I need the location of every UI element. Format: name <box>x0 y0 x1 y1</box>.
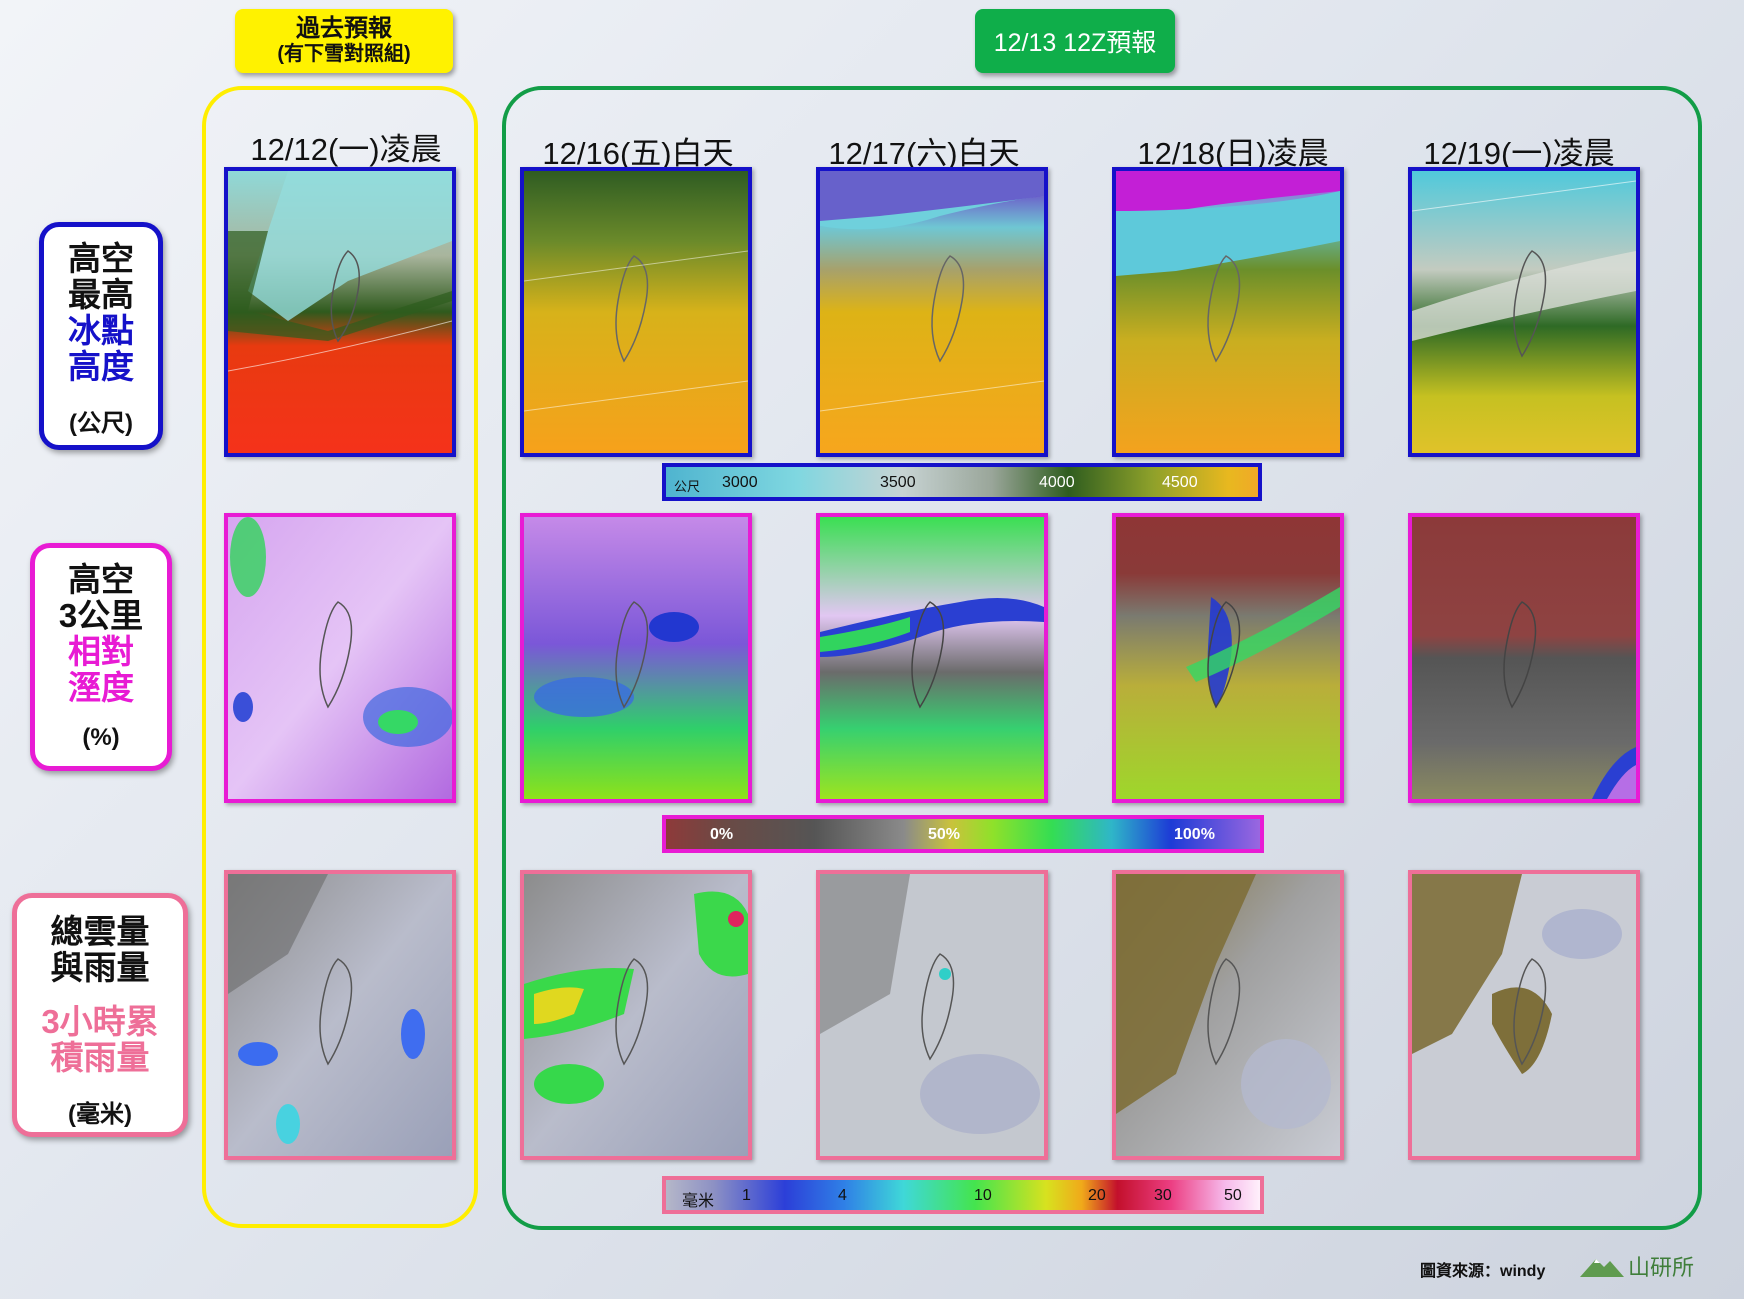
map-humidity-1219 <box>1408 513 1640 803</box>
past-forecast-badge: 過去預報 (有下雪對照組) <box>235 9 453 73</box>
row-label-highlight: 溼度 <box>68 669 134 706</box>
legend-tick: 50 <box>1224 1187 1242 1204</box>
map-humidity-1217 <box>816 513 1048 803</box>
legend-tick: 4000 <box>1039 474 1075 491</box>
legend-freezing-level: 公尺 3000 3500 4000 4500 <box>662 463 1262 501</box>
map-humidity-1218 <box>1112 513 1344 803</box>
legend-humidity: 0% 50% 100% <box>662 815 1264 853</box>
row-label-highlight: 積雨量 <box>50 1039 150 1076</box>
past-forecast-subtitle: (有下雪對照組) <box>277 43 411 65</box>
legend-rain: 毫米 1 4 10 20 30 50 <box>662 1176 1264 1214</box>
logo: 山研所 <box>1580 1250 1694 1282</box>
map-cloud-rain-1217 <box>816 870 1048 1160</box>
legend-tick: 0% <box>710 826 734 843</box>
legend-tick: 30 <box>1154 1187 1172 1204</box>
legend-tick: 10 <box>974 1187 992 1204</box>
legend-tick: 100% <box>1174 826 1215 843</box>
row-label-line: 3公里 <box>58 597 144 634</box>
legend-tick: 1 <box>742 1187 751 1204</box>
row-label-highlight: 冰點 <box>68 312 134 349</box>
legend-unit: 毫米 <box>682 1193 715 1210</box>
row-label-highlight: 3小時累 <box>41 1003 159 1040</box>
map-freezing-level-1218 <box>1112 167 1344 457</box>
forecast-run-badge: 12/13 12Z預報 <box>975 9 1175 73</box>
data-source: 圖資來源：windy <box>1420 1263 1546 1280</box>
legend-tick: 3500 <box>880 474 916 491</box>
row-label-line: 最高 <box>68 276 134 313</box>
forecast-run-title: 12/13 12Z預報 <box>993 29 1157 57</box>
row-label-freezing-level: 高空 最高 冰點 高度 (公尺) <box>39 222 163 450</box>
legend-tick: 4 <box>838 1187 847 1204</box>
row-label-unit: (公尺) <box>69 410 133 437</box>
map-freezing-level-1212 <box>224 167 456 457</box>
map-freezing-level-1217 <box>816 167 1048 457</box>
row-label-line: 高空 <box>68 561 134 598</box>
row-label-cloud-rain: 總雲量 與雨量 3小時累 積雨量 (毫米) <box>12 893 188 1137</box>
row-label-line: 高空 <box>68 240 134 277</box>
mountain-logo-icon <box>1580 1259 1624 1277</box>
row-label-highlight: 相對 <box>68 633 134 670</box>
map-freezing-level-1219 <box>1408 167 1640 457</box>
map-cloud-rain-1212 <box>224 870 456 1160</box>
row-label-highlight: 高度 <box>68 348 134 385</box>
legend-tick: 4500 <box>1162 474 1198 491</box>
row-label-line: 總雲量 <box>50 913 150 950</box>
row-label-unit: (毫米) <box>68 1101 132 1128</box>
legend-tick: 20 <box>1088 1187 1106 1204</box>
legend-unit: 公尺 <box>674 479 701 494</box>
map-cloud-rain-1216 <box>520 870 752 1160</box>
legend-tick: 3000 <box>722 474 758 491</box>
legend-tick: 50% <box>928 826 961 843</box>
map-cloud-rain-1219 <box>1408 870 1640 1160</box>
date-label-1: 12/12(一)凌晨 <box>250 132 442 167</box>
past-forecast-title: 過去預報 <box>296 15 392 42</box>
map-humidity-1212 <box>224 513 456 803</box>
row-label-humidity: 高空 3公里 相對 溼度 (%) <box>30 543 172 771</box>
map-humidity-1216 <box>520 513 752 803</box>
row-label-line: 與雨量 <box>50 949 150 986</box>
row-label-unit: (%) <box>82 724 120 751</box>
map-cloud-rain-1218 <box>1112 870 1344 1160</box>
logo-text: 山研所 <box>1628 1255 1695 1280</box>
map-freezing-level-1216 <box>520 167 752 457</box>
